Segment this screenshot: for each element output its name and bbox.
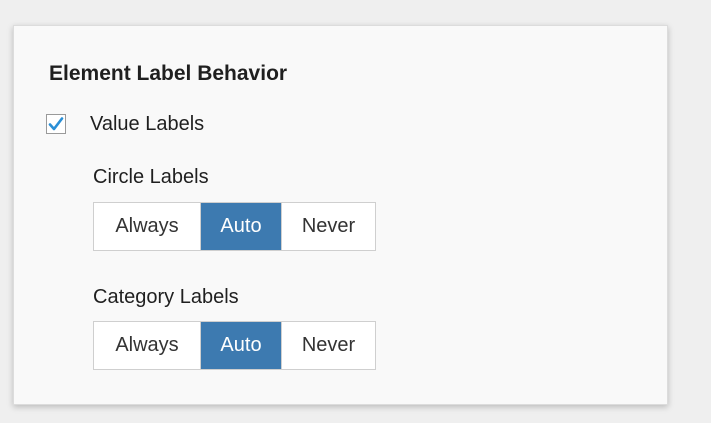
category-labels-never-option[interactable]: Never [281, 322, 375, 369]
checkmark-icon [48, 117, 64, 131]
value-labels-label: Value Labels [90, 112, 205, 135]
category-labels-always-option[interactable]: Always [94, 322, 201, 369]
value-labels-checkbox-row[interactable]: Value Labels [46, 111, 204, 137]
label-behavior-panel: Element Label Behavior Value Labels Circ… [13, 25, 668, 405]
circle-labels-auto-option[interactable]: Auto [201, 203, 281, 250]
value-labels-checkbox[interactable] [46, 114, 66, 134]
category-labels-heading: Category Labels [93, 286, 239, 308]
section-title: Element Label Behavior [49, 62, 288, 85]
circle-labels-always-option[interactable]: Always [94, 203, 201, 250]
circle-labels-heading: Circle Labels [93, 166, 209, 188]
circle-labels-segmented-control: Always Auto Never [93, 202, 376, 251]
category-labels-segmented-control: Always Auto Never [93, 321, 376, 370]
category-labels-auto-option[interactable]: Auto [201, 322, 281, 369]
circle-labels-never-option[interactable]: Never [281, 203, 375, 250]
